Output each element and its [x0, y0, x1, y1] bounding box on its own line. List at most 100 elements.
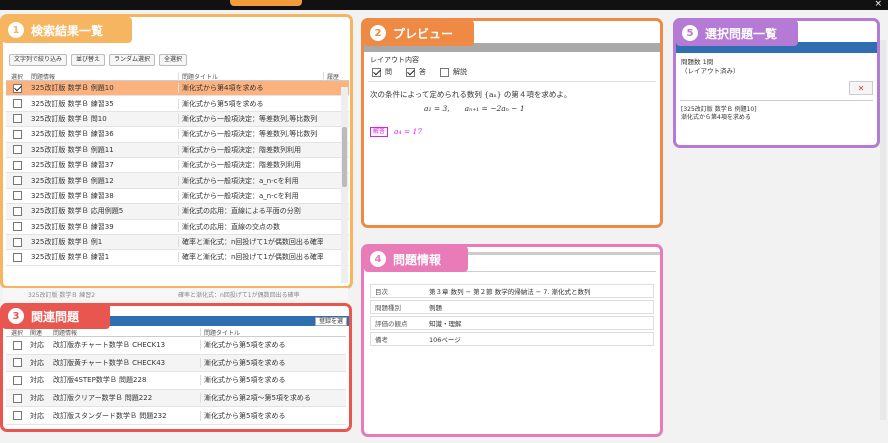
row-question: 325改訂版 数学Ｂ 練習35: [31, 99, 114, 108]
row-question: 325改訂版 数学Ｂ 応用例題5: [31, 207, 124, 216]
table-row[interactable]: 325改訂版 数学Ｂ 応用例題5 漸化式の応用：直線による平面の分割: [6, 204, 349, 220]
row-title: 確率と漸化式：n回投げて1が偶数回出る確率: [178, 237, 323, 248]
close-icon[interactable]: ×: [874, 0, 882, 10]
info-value: 106ページ: [429, 336, 461, 344]
table-header: 選択 問題情報 問題タイトル 履歴: [6, 71, 349, 81]
info-key: 問題種別: [375, 304, 401, 312]
table-row[interactable]: 325改訂版 数学Ｂ 例1 確率と漸化式：n回投げて1が偶数回出る確率: [6, 234, 349, 251]
related-questions-badge: 3 関連問題: [2, 303, 110, 329]
filter-text-button[interactable]: 文字列で絞り込み: [9, 54, 68, 66]
row-relation: 対応: [30, 411, 44, 420]
table-row[interactable]: 対応 改訂版4STEP数学Ｂ 問題228 漸化式から第5項を求める: [6, 372, 346, 390]
table-row[interactable]: 325改訂版 数学Ｂ 練習37 漸化式から一般項決定：階差数列利用: [6, 158, 349, 174]
row-checkbox[interactable]: [12, 358, 22, 368]
table-row[interactable]: 325改訂版 数学Ｂ 練習36 漸化式から一般項決定：等差数列,等比数列: [6, 127, 349, 143]
row-title: 漸化式から一般項決定：等差数列,等比数列: [178, 113, 323, 124]
window-title-bar: ×: [0, 0, 888, 10]
table-row[interactable]: 325改訂版 数学Ｂ 練習39 漸化式の応用：直線の交点の数: [6, 220, 349, 235]
option-label: 問: [385, 68, 392, 76]
panel-title: プレビュー: [393, 26, 454, 41]
option-explanation[interactable]: 解説: [440, 67, 467, 77]
row-checkbox[interactable]: [12, 237, 22, 247]
info-key: 評価の観点: [375, 320, 408, 328]
panel-title: 検索結果一覧: [31, 23, 104, 38]
table-row[interactable]: 325改訂版 数学Ｂ 例題12 漸化式から一般項決定：a_n-cを利用: [6, 173, 349, 189]
option-checkbox[interactable]: [440, 67, 449, 77]
row-checkbox[interactable]: [12, 99, 22, 109]
table-row[interactable]: 325改訂版 数学Ｂ 練習1 確率と漸化式：n回投げて1が偶数回出る確率: [6, 250, 349, 266]
table-row[interactable]: 325改訂版 数学Ｂ 練習35 漸化式から第5項を求める: [6, 96, 349, 112]
row-title: 確率と漸化式：n回投げて1が偶数回出る確率: [178, 291, 300, 299]
layout-options: 問 答 解説: [372, 67, 467, 77]
row-question: 改訂版4STEP数学Ｂ 問題228: [53, 376, 147, 385]
row-checkbox[interactable]: [12, 393, 22, 403]
related-table: 選択 関連 問題情報 問題タイトル 対応 改訂版赤チャート数学Ｂ CHECK13 漸…: [6, 327, 346, 425]
info-row-notes: 備考 106ページ: [370, 332, 654, 346]
row-checkbox[interactable]: [12, 114, 22, 124]
option-checkbox[interactable]: [406, 67, 415, 77]
row-question: 改訂版クリアー数学Ｂ 問題222: [53, 394, 153, 403]
scrollbar-thumb[interactable]: [342, 127, 347, 187]
layout-status: （レイアウト済み）: [681, 67, 740, 75]
row-question: 改訂版スタンダード数学Ｂ 問題232: [53, 411, 167, 420]
row-checkbox[interactable]: [12, 83, 22, 93]
row-title: 漸化式から一般項決定：a_n-cを利用: [178, 175, 323, 186]
preview-badge: 2 プレビュー: [364, 20, 474, 46]
row-checkbox[interactable]: [12, 129, 22, 139]
row-checkbox[interactable]: [12, 160, 22, 170]
table-row[interactable]: 対応 改訂版赤チャート数学Ｂ CHECK13 漸化式から第5項を求める: [6, 337, 346, 355]
row-title: 漸化式の応用：直線による平面の分割: [178, 206, 323, 217]
question-info-panel: 目次 第３章 数列 − 第２節 数学的帰納法 − 7. 漸化式と数列 問題種別 例題…: [361, 244, 663, 437]
table-row[interactable]: 325改訂版 数学Ｂ 例題11 漸化式から一般項決定：階差数列利用: [6, 142, 349, 158]
header-title: 問題タイトル: [178, 71, 323, 81]
badge-number: 1: [8, 22, 24, 38]
table-row-partial: 325改訂版 数学Ｂ 練習2 確率と漸化式：n回投げて1が偶数回出る確率: [3, 288, 348, 300]
row-title: 漸化式から第5項を求める: [178, 98, 323, 109]
page-scrollbar[interactable]: [880, 40, 886, 420]
title-bar-accent: [230, 0, 302, 6]
search-results-table: 選択 問題情報 問題タイトル 履歴 325改訂版 数学Ｂ 例題10 漸化式から第4…: [6, 71, 349, 266]
row-checkbox[interactable]: [12, 191, 22, 201]
option-checkbox[interactable]: [372, 67, 381, 77]
row-title: 漸化式の応用：直線の交点の数: [178, 221, 323, 232]
row-checkbox[interactable]: [12, 145, 22, 155]
row-checkbox[interactable]: [12, 176, 22, 186]
row-question: 325改訂版 数学Ｂ 練習37: [31, 161, 114, 170]
row-checkbox[interactable]: [12, 206, 22, 216]
option-label: 解説: [453, 68, 467, 76]
row-relation: 対応: [30, 358, 44, 367]
info-row-toc: 目次 第３章 数列 − 第２節 数学的帰納法 − 7. 漸化式と数列: [370, 284, 654, 298]
search-scrollbar[interactable]: [341, 87, 348, 283]
table-row[interactable]: 325改訂版 数学Ｂ 例題10 漸化式から第4項を求める: [6, 81, 349, 97]
info-value: 第３章 数列 − 第２節 数学的帰納法 − 7. 漸化式と数列: [429, 288, 591, 296]
table-row[interactable]: 対応 改訂版スタンダード数学Ｂ 問題232 漸化式から第5項を求める: [6, 407, 346, 425]
row-question: 325改訂版 数学Ｂ 練習38: [31, 191, 114, 200]
search-results-badge: 1 検索結果一覧: [2, 17, 132, 43]
select-all-button[interactable]: 全選択: [159, 54, 188, 66]
divider: [368, 81, 656, 82]
row-relation: 対応: [30, 376, 44, 385]
row-checkbox[interactable]: [12, 340, 22, 350]
layout-label: レイアウト内容: [370, 56, 419, 64]
sort-button[interactable]: 並び替え: [71, 54, 106, 66]
table-row[interactable]: 対応 改訂版クリアー数学Ｂ 問題222 漸化式から第2項〜第5項を求める: [6, 389, 346, 408]
delete-button[interactable]: ✕: [849, 81, 873, 95]
option-answer[interactable]: 答: [406, 67, 426, 77]
row-checkbox[interactable]: [12, 411, 22, 421]
header-title: 問題タイトル: [200, 327, 346, 337]
random-select-button[interactable]: ランダム選択: [109, 54, 156, 66]
option-question[interactable]: 問: [372, 67, 392, 77]
table-row[interactable]: 対応 改訂版黄チャート数学Ｂ CHECK43 漸化式から第5項を求める: [6, 354, 346, 373]
info-key: 目次: [375, 288, 388, 296]
row-checkbox[interactable]: [12, 222, 22, 232]
table-row[interactable]: 325改訂版 数学Ｂ 練習38 漸化式から一般項決定：a_n-cを利用: [6, 189, 349, 205]
row-question: 325改訂版 数学Ｂ 例題12: [31, 176, 114, 185]
row-question: 325改訂版 数学Ｂ 練習1: [31, 253, 110, 262]
row-checkbox[interactable]: [12, 375, 22, 385]
row-checkbox[interactable]: [12, 252, 22, 262]
register-button[interactable]: 登録を選: [314, 317, 347, 326]
row-title: 漸化式から一般項決定：a_n-cを利用: [178, 190, 323, 201]
row-title: 漸化式から一般項決定：階差数列利用: [178, 144, 323, 155]
table-row[interactable]: 325改訂版 数学Ｂ 問10 漸化式から一般項決定：等差数列,等比数列: [6, 111, 349, 128]
badge-number: 2: [370, 25, 386, 41]
